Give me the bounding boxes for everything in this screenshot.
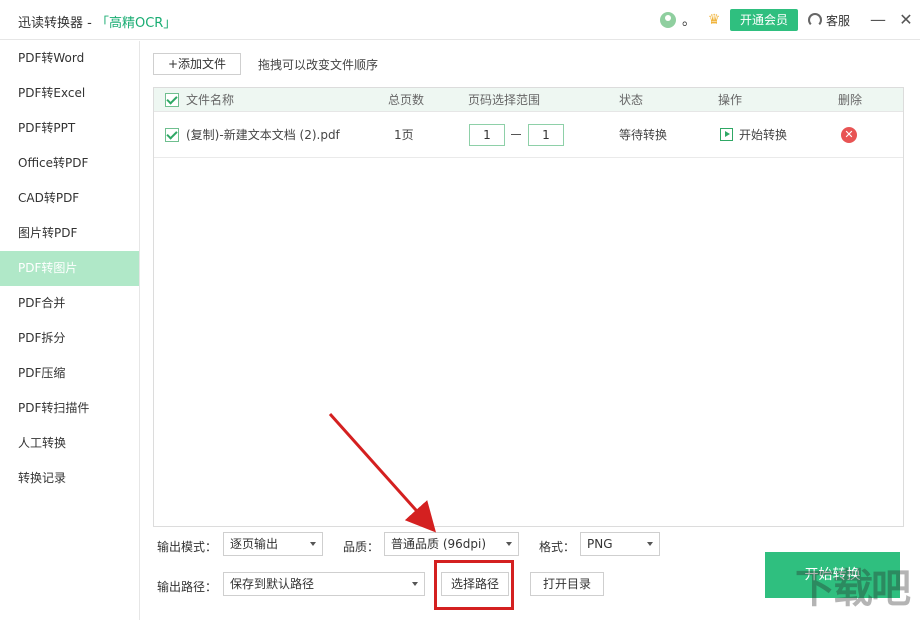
titlebar-actions: 。 ♛ 开通会员 客服 — ✕	[659, 0, 920, 40]
service-button[interactable]: 客服	[807, 12, 850, 29]
header-pages: 总页数	[388, 93, 425, 107]
open-dir-button[interactable]: 打开目录	[530, 572, 604, 596]
select-all-checkbox[interactable]	[165, 93, 179, 107]
quality-label: 品质：	[343, 540, 380, 554]
file-table: 文件名称 总页数 页码选择范围 状态 操作 删除 (复制)-新建文本文档 (2)…	[153, 87, 904, 527]
app-subtitle: 「高精OCR」	[95, 16, 177, 31]
watermark-logo: 下载吧	[795, 566, 911, 612]
row-checkbox[interactable]	[165, 128, 179, 142]
header-status: 状态	[619, 93, 644, 107]
drag-tip-text: 拖拽可以改变文件顺序	[258, 58, 379, 72]
mode-value: 逐页输出	[230, 537, 279, 551]
table-row: (复制)-新建文本文档 (2).pdf 1页 1 1 等待转换 开始转换 ✕	[154, 112, 903, 158]
chevron-down-icon	[412, 582, 418, 586]
add-file-button[interactable]: +添加文件	[153, 53, 241, 75]
sidebar-item[interactable]: PDF转扫描件	[0, 391, 139, 426]
row-status: 等待转换	[619, 128, 668, 142]
highlight-box	[434, 560, 514, 610]
vip-button[interactable]: 开通会员	[729, 9, 798, 31]
sidebar-item[interactable]: 人工转换	[0, 426, 139, 461]
sidebar-item[interactable]: PDF转图片	[0, 251, 139, 286]
close-button[interactable]: ✕	[892, 0, 920, 40]
quality-select[interactable]: 普通品质 (96dpi)	[384, 532, 519, 556]
main-panel: +添加文件 拖拽可以改变文件顺序 文件名称 总页数 页码选择范围 状态 操作 删…	[141, 41, 920, 620]
row-filename: (复制)-新建文本文档 (2).pdf	[186, 128, 340, 142]
format-select[interactable]: PNG	[580, 532, 660, 556]
path-value: 保存到默认路径	[230, 577, 315, 591]
chevron-down-icon	[310, 542, 316, 546]
sidebar-item[interactable]: PDF转Excel	[0, 76, 139, 111]
format-value: PNG	[587, 537, 613, 551]
range-to-input[interactable]: 1	[528, 124, 564, 146]
path-label: 输出路径：	[157, 580, 218, 594]
range-from-input[interactable]: 1	[469, 124, 505, 146]
chevron-down-icon	[506, 542, 512, 546]
user-avatar-icon[interactable]	[659, 12, 676, 28]
title-bar: 迅读转换器 - 「高精OCR」 。 ♛ 开通会员 客服 — ✕	[0, 0, 920, 40]
service-label: 客服	[825, 13, 850, 28]
vip-crown-icon: ♛	[707, 12, 721, 28]
mode-label: 输出模式：	[157, 540, 218, 554]
sidebar-item[interactable]: 图片转PDF	[0, 216, 139, 251]
sidebar-item[interactable]: PDF转PPT	[0, 111, 139, 146]
sidebar-item[interactable]: CAD转PDF	[0, 181, 139, 216]
row-pages: 1页	[394, 128, 414, 142]
app-name: 迅读转换器 -	[18, 16, 96, 31]
format-label: 格式：	[539, 540, 576, 554]
path-select[interactable]: 保存到默认路径	[223, 572, 425, 596]
header-filename: 文件名称	[186, 93, 235, 107]
row-start-link[interactable]: 开始转换	[739, 112, 787, 158]
mode-select[interactable]: 逐页输出	[223, 532, 323, 556]
headset-icon	[807, 13, 822, 27]
app-title: 迅读转换器 - 「高精OCR」	[18, 12, 176, 31]
header-action: 操作	[718, 93, 743, 107]
header-delete: 删除	[838, 93, 863, 107]
quality-value: 普通品质 (96dpi)	[391, 537, 487, 551]
sidebar-item[interactable]: PDF压缩	[0, 356, 139, 391]
user-name[interactable]: 。	[682, 10, 696, 30]
delete-icon[interactable]: ✕	[841, 127, 857, 143]
header-range: 页码选择范围	[468, 93, 541, 107]
play-icon[interactable]	[720, 128, 733, 141]
table-header: 文件名称 总页数 页码选择范围 状态 操作 删除	[154, 88, 903, 112]
sidebar-item[interactable]: PDF转Word	[0, 41, 139, 76]
sidebar-item[interactable]: PDF合并	[0, 286, 139, 321]
sidebar: PDF转Word PDF转Excel PDF转PPT Office转PDF CAD转PD…	[0, 41, 140, 620]
minimize-button[interactable]: —	[864, 0, 892, 40]
chevron-down-icon	[647, 542, 653, 546]
sidebar-item[interactable]: Office转PDF	[0, 146, 139, 181]
sidebar-item[interactable]: PDF拆分	[0, 321, 139, 356]
range-dash	[511, 134, 521, 135]
sidebar-item[interactable]: 转换记录	[0, 461, 139, 496]
